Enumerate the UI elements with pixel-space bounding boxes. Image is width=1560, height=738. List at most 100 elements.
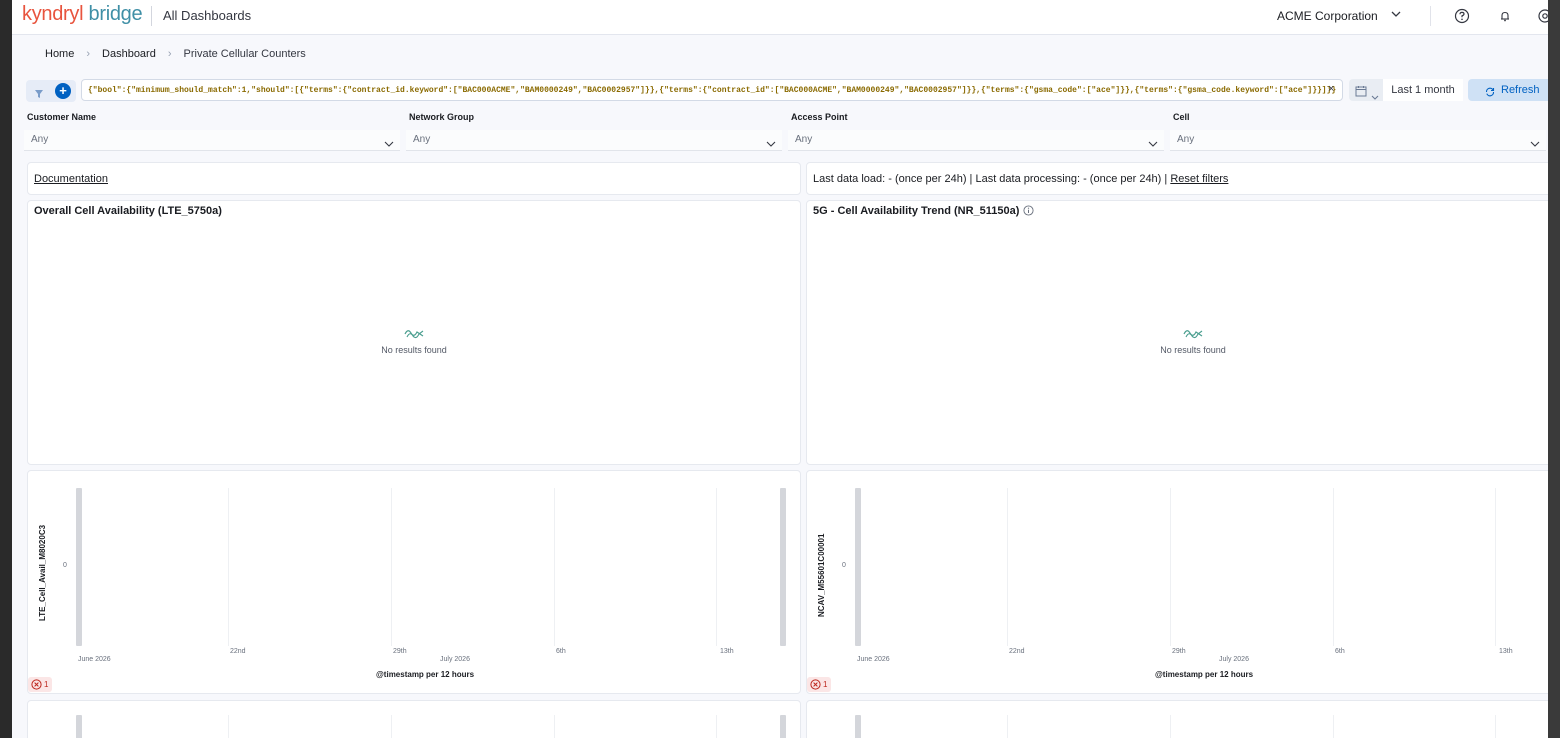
chevron-down-icon: [1148, 136, 1158, 156]
x-tick-label: 13th: [720, 648, 734, 655]
panel-title: Overall Cell Availability (LTE_5750a): [34, 205, 222, 217]
customer-name-select[interactable]: Any: [24, 130, 400, 151]
breadcrumb-separator: ›: [167, 48, 172, 60]
refresh-icon: [1484, 84, 1496, 106]
breadcrumb-home[interactable]: Home: [45, 48, 74, 60]
error-badge[interactable]: 1: [28, 677, 52, 692]
logo-bridge-text: bridge: [88, 3, 143, 25]
gridline: [1495, 715, 1496, 738]
lte-cell-avail-chart-panel: LTE_Cell_Avail_M8020C3 0 June 2026 22nd …: [27, 470, 801, 694]
panel-title-text: 5G - Cell Availability Trend (NR_51150a): [813, 205, 1020, 217]
chart-left-bar: [76, 715, 82, 738]
chart-panel-partial: [806, 700, 1548, 738]
info-icon[interactable]: [1023, 205, 1034, 216]
x-tick-label: 22nd: [1009, 648, 1025, 655]
5g-cell-availability-trend-panel: 5G - Cell Availability Trend (NR_51150a)…: [806, 200, 1548, 465]
gridline: [228, 488, 229, 646]
control-label: Network Group: [409, 112, 475, 122]
last-load-label: Last data load: - (once per 24h) | Last …: [813, 173, 1168, 185]
select-value: Any: [31, 134, 49, 145]
gridline: [1007, 715, 1008, 738]
query-input[interactable]: {"bool":{"minimum_should_match":1,"shoul…: [81, 79, 1343, 101]
logo-kyndryl-text: kyndryl: [22, 3, 84, 25]
cell-select[interactable]: Any: [1170, 130, 1546, 151]
bell-icon[interactable]: [1496, 7, 1514, 25]
select-value: Any: [1177, 134, 1195, 145]
settings-icon[interactable]: [1536, 7, 1548, 25]
control-access-point: Access Point Any: [788, 112, 1164, 151]
control-label: Customer Name: [27, 112, 97, 122]
reset-filters-link[interactable]: Reset filters: [1170, 173, 1228, 185]
no-results-text: No results found: [381, 345, 447, 355]
no-results-text: No results found: [1160, 345, 1226, 355]
query-bar: + {"bool":{"minimum_should_match":1,"sho…: [26, 78, 1548, 104]
chevron-down-icon: [1371, 88, 1379, 106]
gridline: [391, 488, 392, 646]
control-label: Cell: [1173, 112, 1190, 122]
breadcrumb-separator: ›: [86, 48, 91, 60]
control-network-group: Network Group Any: [406, 112, 782, 151]
x-tick-label: 22nd: [230, 648, 246, 655]
x-tick-label: June 2026: [78, 656, 111, 663]
chart-left-bar: [76, 488, 82, 646]
y-axis-title: LTE_Cell_Avail_M8020C3: [38, 524, 47, 621]
gridline: [228, 715, 229, 738]
chart-plot-area: [76, 715, 790, 738]
refresh-label: Refresh: [1501, 84, 1540, 96]
x-axis-title: @timestamp per 12 hours: [1155, 670, 1254, 679]
gridline: [1333, 488, 1334, 646]
x-tick-label: 13th: [1499, 648, 1513, 655]
error-icon: [810, 679, 821, 695]
help-icon[interactable]: [1453, 7, 1471, 25]
gridline: [554, 488, 555, 646]
kyndryl-bridge-logo[interactable]: kyndryl bridge: [22, 3, 143, 26]
add-filter-icon[interactable]: +: [55, 83, 71, 99]
chart-left-bar: [855, 715, 861, 738]
chart-panel-partial: [27, 700, 801, 738]
chart-plot-area: [855, 715, 1548, 738]
error-count: 1: [44, 680, 49, 689]
control-customer-name: Customer Name Any: [24, 112, 400, 151]
network-group-select[interactable]: Any: [406, 130, 782, 151]
error-badge[interactable]: 1: [807, 677, 831, 692]
org-selector-label[interactable]: ACME Corporation: [1277, 9, 1378, 23]
x-tick-label: 29th: [393, 648, 407, 655]
documentation-link[interactable]: Documentation: [34, 173, 108, 185]
x-tick-label: 6th: [556, 648, 566, 655]
date-range-label[interactable]: Last 1 month: [1383, 79, 1463, 101]
gridline: [1495, 488, 1496, 646]
gridline: [716, 715, 717, 738]
gridline: [1007, 488, 1008, 646]
y-tick-label: 0: [842, 562, 846, 569]
access-point-select[interactable]: Any: [788, 130, 1164, 151]
empty-chart-icon: [404, 330, 424, 339]
gridline: [1170, 715, 1171, 738]
control-cell: Cell Any: [1170, 112, 1546, 151]
chart-right-bar: [780, 488, 786, 646]
filter-menu-button[interactable]: +: [26, 80, 76, 102]
empty-chart-icon: [1183, 330, 1203, 339]
panel-title: 5G - Cell Availability Trend (NR_51150a): [813, 205, 1034, 217]
header-divider: [151, 6, 152, 26]
chart-right-bar: [780, 715, 786, 738]
all-dashboards-link[interactable]: All Dashboards: [163, 8, 251, 23]
data-status-panel: Last data load: - (once per 24h) | Last …: [806, 162, 1548, 195]
chart-left-bar: [855, 488, 861, 646]
ncav-chart-panel: NCAV_M55601C00001 0 June 2026 22nd 29th …: [806, 470, 1548, 694]
documentation-panel: Documentation: [27, 162, 801, 195]
chart-plot-area: [76, 488, 790, 646]
refresh-button[interactable]: Refresh: [1468, 79, 1548, 101]
breadcrumb-dashboard[interactable]: Dashboard: [102, 48, 156, 60]
last-data-load-text: Last data load: - (once per 24h) | Last …: [813, 173, 1228, 185]
y-tick-label: 0: [63, 562, 67, 569]
error-count: 1: [823, 680, 828, 689]
gridline: [554, 715, 555, 738]
window-edge: [1548, 0, 1560, 738]
chevron-down-icon[interactable]: [1390, 7, 1402, 25]
clear-query-icon[interactable]: ×: [1328, 83, 1334, 95]
select-value: Any: [795, 134, 813, 145]
chevron-down-icon: [1530, 136, 1540, 156]
gridline: [1333, 715, 1334, 738]
select-value: Any: [413, 134, 431, 145]
date-quick-menu-button[interactable]: [1349, 79, 1383, 101]
